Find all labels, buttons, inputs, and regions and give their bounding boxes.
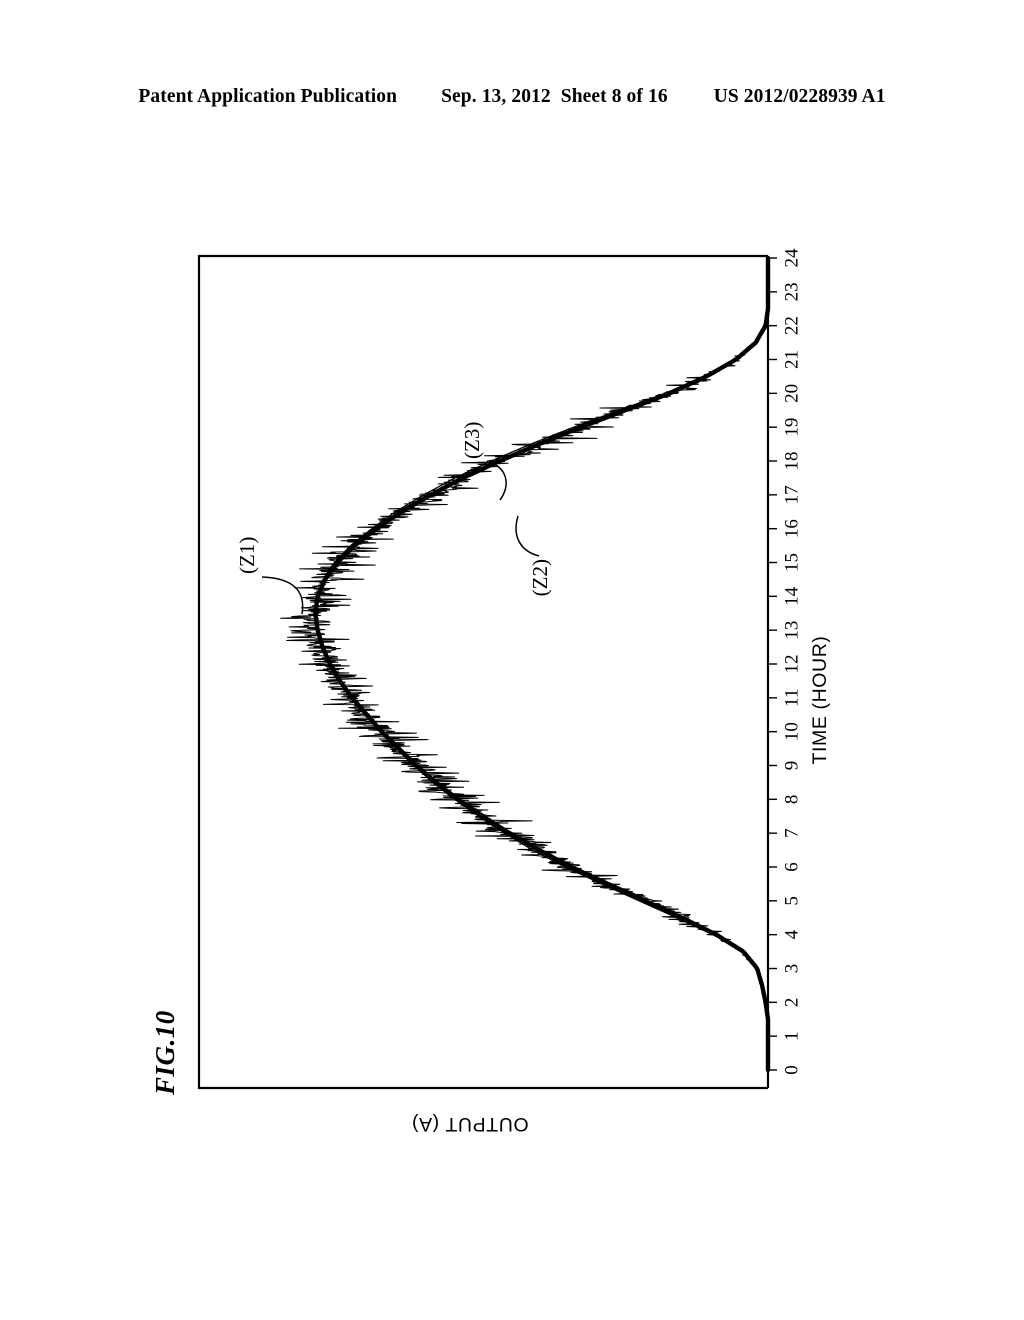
time-tick-label: 7 xyxy=(781,828,802,838)
time-tick-label: 3 xyxy=(781,964,802,974)
time-tick-label: 5 xyxy=(781,896,802,906)
x-axis-title: TIME (HOUR) xyxy=(809,636,831,765)
time-tick-label: 18 xyxy=(781,452,802,471)
series-z2-smoothed-curve xyxy=(313,255,771,1073)
time-tick-label: 0 xyxy=(781,1065,802,1075)
callout-z1-label: (Z1) xyxy=(235,537,259,574)
time-tick-label: 20 xyxy=(781,384,802,403)
callout-z2-leader xyxy=(515,515,540,557)
time-tick-label: 23 xyxy=(781,282,802,301)
time-tick-label: 6 xyxy=(781,862,802,872)
time-axis-tick-labels: 0123456789101112131415161718192021222324 xyxy=(781,248,802,1075)
callout-z2-label: (Z2) xyxy=(528,559,552,596)
figure-10-chart: 0 1 2 3 4 5 6 7 8 9 10 11 12 13 14 15 16 17 18 19 20 21 22 23 24… xyxy=(0,0,1024,1320)
time-tick-label: 24 xyxy=(781,248,802,268)
time-tick-label: 11 xyxy=(781,689,802,707)
y-axis-title: OUTPUT (A) xyxy=(411,1113,528,1135)
time-tick-label: 22 xyxy=(781,316,802,335)
time-tick-label: 10 xyxy=(781,722,802,741)
callout-z1: (Z1) xyxy=(235,537,304,615)
plot-frame-border xyxy=(197,254,768,1090)
time-tick-label: 1 xyxy=(781,1031,802,1041)
time-tick-label: 16 xyxy=(781,519,802,538)
time-axis-tick-marks xyxy=(768,257,777,1071)
time-tick-label: 13 xyxy=(781,621,802,640)
time-tick-label: 21 xyxy=(781,350,802,369)
time-tick-label: 12 xyxy=(781,655,802,674)
time-tick-label: 9 xyxy=(781,761,802,771)
time-tick-label: 4 xyxy=(781,929,802,939)
time-tick-label: 8 xyxy=(781,795,802,805)
callout-z1-leader xyxy=(261,576,304,615)
time-tick-label: 19 xyxy=(781,418,802,437)
chart-canvas: 0123456789101112131415161718192021222324… xyxy=(197,248,831,1135)
time-tick-label: 17 xyxy=(781,485,802,504)
callout-z3-label: (Z3) xyxy=(460,422,484,459)
time-tick-label: 14 xyxy=(781,586,802,606)
callout-z2: (Z2) xyxy=(515,515,552,596)
time-tick-label: 15 xyxy=(781,553,802,572)
time-tick-label: 2 xyxy=(781,998,802,1008)
